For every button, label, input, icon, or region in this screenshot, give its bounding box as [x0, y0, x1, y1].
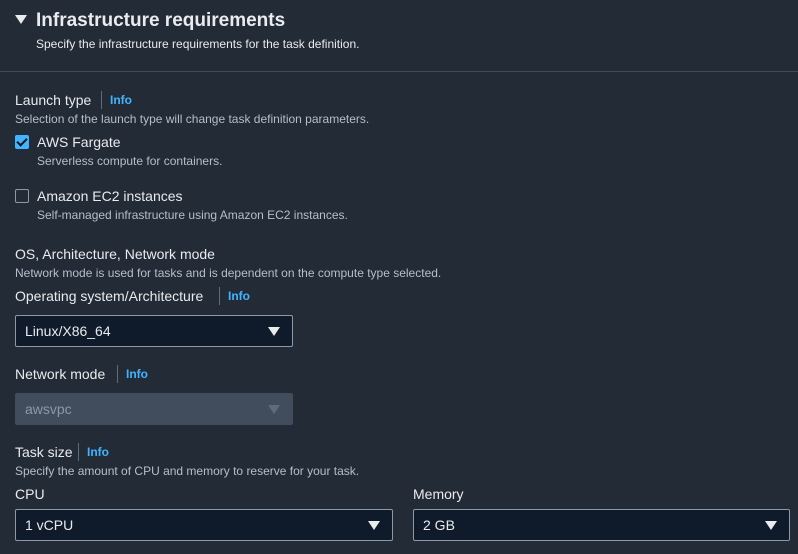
section-subtitle: Specify the infrastructure requirements … — [36, 37, 360, 51]
task-size-label: Task size — [15, 444, 73, 460]
network-mode-selected-value: awsvpc — [25, 401, 72, 417]
cpu-label: CPU — [15, 486, 45, 502]
amazon-ec2-checkbox[interactable] — [15, 189, 29, 203]
network-mode-info-link[interactable]: Info — [117, 365, 148, 383]
os-arch-select[interactable]: Linux/X86_64 — [15, 315, 293, 347]
caret-down-icon — [765, 521, 777, 530]
aws-fargate-label[interactable]: AWS Fargate — [37, 133, 121, 151]
os-arch-selected-value: Linux/X86_64 — [25, 323, 111, 339]
os-arch-info-link[interactable]: Info — [219, 287, 250, 305]
section-title[interactable]: Infrastructure requirements — [36, 9, 285, 33]
memory-select[interactable]: 2 GB — [413, 509, 790, 541]
section-header: Infrastructure requirements Specify the … — [0, 0, 798, 72]
launch-type-info-link[interactable]: Info — [101, 91, 132, 109]
aws-fargate-description: Serverless compute for containers. — [37, 154, 223, 168]
os-section-heading: OS, Architecture, Network mode — [15, 246, 215, 262]
launch-type-label: Launch type — [15, 92, 92, 108]
cpu-select[interactable]: 1 vCPU — [15, 509, 393, 541]
network-mode-select: awsvpc — [15, 393, 293, 425]
memory-label: Memory — [413, 486, 464, 502]
cpu-selected-value: 1 vCPU — [25, 517, 74, 533]
os-arch-label: Operating system/Architecture — [15, 288, 204, 304]
caret-down-icon — [368, 521, 380, 530]
amazon-ec2-description: Self-managed infrastructure using Amazon… — [37, 208, 348, 222]
launch-type-description: Selection of the launch type will change… — [15, 112, 370, 126]
task-size-info-link[interactable]: Info — [78, 443, 109, 461]
network-mode-label: Network mode — [15, 366, 106, 382]
checkmark-icon — [16, 135, 28, 147]
memory-selected-value: 2 GB — [423, 517, 455, 533]
os-section-description: Network mode is used for tasks and is de… — [15, 266, 442, 280]
caret-down-icon — [268, 327, 280, 336]
amazon-ec2-label[interactable]: Amazon EC2 instances — [37, 187, 183, 205]
caret-down-icon — [268, 405, 280, 414]
task-size-description: Specify the amount of CPU and memory to … — [15, 464, 360, 478]
aws-fargate-checkbox[interactable] — [15, 135, 29, 149]
collapse-caret-icon[interactable] — [15, 15, 27, 24]
